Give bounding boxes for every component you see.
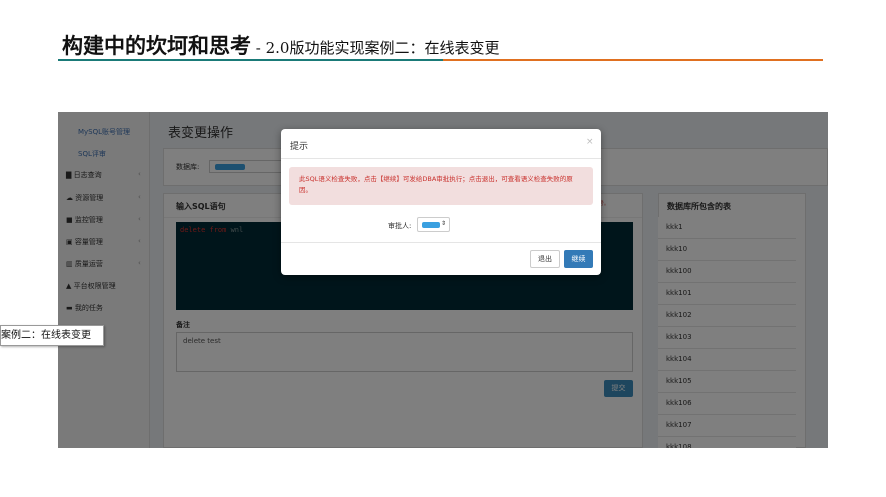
modal-title: 提示 bbox=[290, 142, 309, 152]
divider bbox=[281, 158, 601, 159]
redacted-value bbox=[422, 222, 440, 228]
divider bbox=[281, 242, 601, 243]
approver-select[interactable]: ⇕ bbox=[417, 217, 450, 232]
error-alert: 此SQL语义检查失败，点击【继续】可发给DBA审批执行；点击退出，可查看语义检查… bbox=[289, 167, 593, 205]
approver-label: 审批人: bbox=[388, 222, 412, 230]
select-arrows-icon: ⇕ bbox=[440, 220, 446, 227]
close-icon[interactable]: × bbox=[586, 137, 594, 147]
continue-button[interactable]: 继续 bbox=[564, 250, 593, 268]
title-rule-right bbox=[443, 59, 823, 61]
tooltip: 案例二：在线表变更 bbox=[0, 325, 104, 346]
slide-title-main: 构建中的坎坷和思考 bbox=[62, 33, 251, 58]
slide-title-sub: - 2.0版功能实现案例二：在线表变更 bbox=[251, 39, 500, 57]
slide-title: 构建中的坎坷和思考 - 2.0版功能实现案例二：在线表变更 bbox=[62, 30, 499, 60]
title-rule-left bbox=[58, 59, 443, 61]
prompt-modal: 提示 × 此SQL语义检查失败，点击【继续】可发给DBA审批执行；点击退出，可查… bbox=[281, 129, 601, 275]
quit-button[interactable]: 退出 bbox=[530, 250, 560, 268]
